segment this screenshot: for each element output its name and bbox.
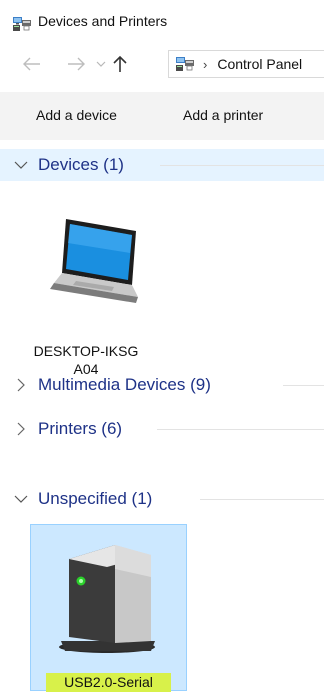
breadcrumb-control-panel[interactable]: Control Panel: [217, 56, 302, 72]
group-header-unspecified[interactable]: Unspecified (1): [0, 483, 324, 515]
address-bar: › Control Panel: [0, 48, 324, 82]
group-label: Unspecified (1): [38, 489, 153, 508]
address-box[interactable]: › Control Panel: [168, 50, 324, 78]
group-header-devices[interactable]: Devices (1): [0, 149, 324, 181]
device-name-label: USB2.0-Serial: [46, 673, 171, 692]
device-tile-desktop[interactable]: DESKTOP-IKSGA04: [30, 200, 160, 386]
chevron-right-icon[interactable]: [13, 421, 29, 437]
title-bar: Devices and Printers: [0, 0, 324, 44]
arrow-right-icon[interactable]: [64, 52, 88, 76]
group-label: Multimedia Devices (9): [38, 375, 211, 394]
group-divider: [157, 429, 324, 430]
window-title: Devices and Printers: [38, 13, 168, 29]
chevron-right-icon[interactable]: [13, 377, 29, 393]
chevron-down-icon[interactable]: [13, 491, 29, 507]
devices-printers-icon: [13, 17, 31, 31]
group-header-multimedia-devices[interactable]: Multimedia Devices (9): [0, 369, 324, 401]
device-tile-usb-serial[interactable]: USB2.0-Serial: [30, 524, 187, 692]
command-bar: Add a device Add a printer: [0, 92, 324, 140]
devices-printers-icon: [176, 57, 194, 71]
group-divider: [160, 165, 324, 166]
group-divider: [200, 499, 324, 500]
group-label: Devices (1): [38, 155, 124, 174]
group-label: Printers (6): [38, 419, 123, 438]
laptop-icon: [50, 219, 138, 303]
breadcrumb-separator[interactable]: ›: [203, 57, 207, 72]
device-name: USB2.0-Serial: [31, 672, 186, 692]
add-device-button[interactable]: Add a device: [36, 107, 117, 123]
usb-device-icon: [59, 545, 155, 653]
group-header-printers[interactable]: Printers (6): [0, 413, 324, 445]
chevron-down-icon[interactable]: [94, 52, 108, 76]
arrow-left-icon[interactable]: [20, 52, 44, 76]
group-divider: [283, 385, 324, 386]
arrow-up-icon[interactable]: [108, 52, 132, 76]
chevron-down-icon[interactable]: [13, 157, 29, 173]
add-printer-button[interactable]: Add a printer: [183, 107, 263, 123]
